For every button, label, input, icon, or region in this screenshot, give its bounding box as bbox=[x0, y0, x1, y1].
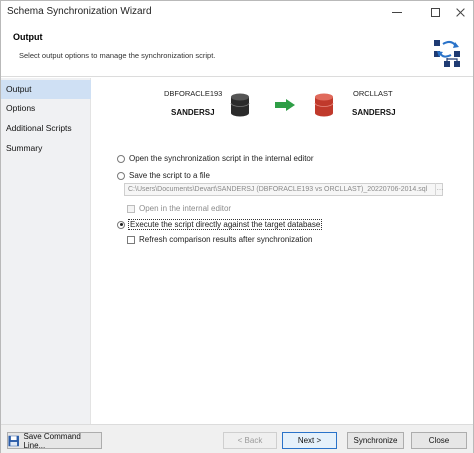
open-in-editor-option[interactable]: Open the synchronization script in the i… bbox=[117, 154, 314, 163]
save-command-line-button[interactable]: Save Command Line... bbox=[7, 431, 102, 450]
next-button[interactable]: Next > bbox=[282, 432, 337, 449]
minimize-icon bbox=[392, 11, 402, 13]
open-in-internal-editor-option[interactable]: Open in the internal editor bbox=[127, 204, 231, 213]
refresh-results-option[interactable]: Refresh comparison results after synchro… bbox=[127, 235, 312, 244]
sidebar-item-options[interactable]: Options bbox=[1, 99, 91, 118]
sidebar-item-additional-scripts[interactable]: Additional Scripts bbox=[1, 119, 91, 138]
open-in-internal-editor-checkbox[interactable] bbox=[127, 204, 135, 213]
page-header: Output Select output options to manage t… bbox=[1, 23, 473, 77]
target-connection-label: ORCLLAST bbox=[353, 89, 393, 98]
source-schema-name: SANDERSJ bbox=[171, 108, 215, 117]
source-database-icon bbox=[230, 93, 250, 117]
schema-sync-icon bbox=[434, 40, 460, 67]
open-in-editor-label: Open the synchronization script in the i… bbox=[129, 154, 314, 163]
close-button[interactable]: Close bbox=[411, 432, 467, 449]
wizard-footer: Save Command Line... < Back Next > Synch… bbox=[1, 424, 473, 453]
sidebar-item-output[interactable]: Output bbox=[1, 80, 91, 99]
target-database-icon bbox=[314, 93, 334, 117]
close-window-button[interactable] bbox=[445, 1, 474, 23]
save-to-file-label: Save the script to a file bbox=[129, 171, 210, 180]
open-in-editor-radio[interactable] bbox=[117, 154, 125, 163]
execute-directly-radio[interactable] bbox=[117, 220, 125, 229]
target-schema-name: SANDERSJ bbox=[352, 108, 396, 117]
maximize-icon bbox=[430, 7, 440, 17]
wizard-steps-sidebar: Output Options Additional Scripts Summar… bbox=[1, 78, 91, 424]
page-subtitle: Select output options to manage the sync… bbox=[19, 51, 216, 60]
save-to-file-radio[interactable] bbox=[117, 171, 125, 180]
wizard-window: Schema Synchronization Wizard Output Sel… bbox=[0, 0, 474, 453]
execute-directly-option[interactable]: Execute the script directly against the … bbox=[117, 219, 323, 230]
title-bar: Schema Synchronization Wizard bbox=[1, 1, 473, 23]
refresh-results-checkbox[interactable] bbox=[127, 235, 135, 244]
save-to-file-option[interactable]: Save the script to a file bbox=[117, 171, 210, 180]
window-title: Schema Synchronization Wizard bbox=[7, 6, 152, 17]
minimize-button[interactable] bbox=[382, 1, 412, 23]
refresh-results-label: Refresh comparison results after synchro… bbox=[139, 235, 313, 244]
browse-file-button[interactable]: … bbox=[435, 183, 444, 196]
execute-directly-label: Execute the script directly against the … bbox=[127, 219, 323, 230]
synchronize-button[interactable]: Synchronize bbox=[347, 432, 404, 449]
page-title: Output bbox=[13, 32, 43, 42]
save-command-line-label: Save Command Line... bbox=[23, 431, 81, 450]
output-content-panel bbox=[92, 78, 473, 424]
source-connection-label: DBFORACLE193 bbox=[164, 89, 223, 98]
script-file-path-input[interactable]: C:\Users\Documents\Devart\SANDERSJ (DBFO… bbox=[124, 183, 443, 196]
sidebar-item-summary[interactable]: Summary bbox=[1, 139, 91, 158]
arrow-right-icon bbox=[275, 99, 295, 111]
back-button[interactable]: < Back bbox=[223, 432, 277, 449]
save-icon bbox=[8, 435, 19, 446]
open-in-internal-editor-label: Open in the internal editor bbox=[139, 204, 232, 213]
